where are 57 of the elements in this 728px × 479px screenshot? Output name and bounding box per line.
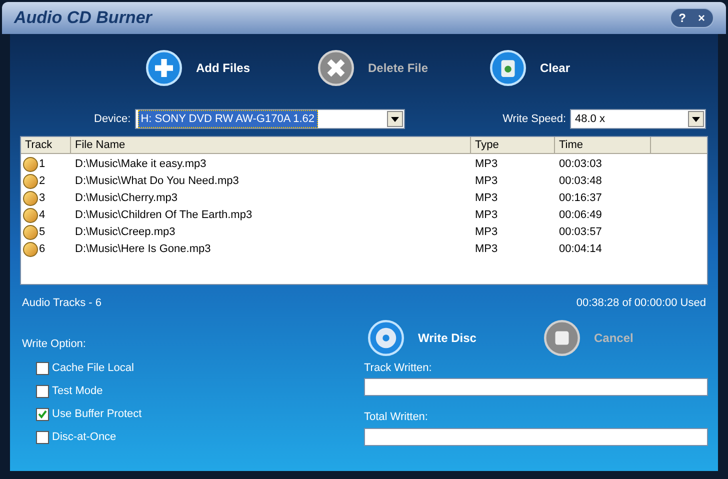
table-cell-text: 00:16:37 — [558, 191, 603, 206]
device-dropdown[interactable]: H: SONY DVD RW AW-G170A 1.62 — [134, 109, 405, 129]
table-cell-text: 00:03:57 — [558, 225, 603, 240]
close-button[interactable]: × — [698, 12, 705, 24]
plus-icon[interactable] — [146, 50, 182, 86]
column-header[interactable]: Time — [555, 137, 651, 153]
help-button[interactable]: ? — [678, 12, 686, 24]
table-cell-text: D:\Music\Here Is Gone.mp3 — [74, 242, 212, 258]
table-cell-text: D:\Music\Make it easy.mp3 — [74, 157, 208, 172]
clear-button[interactable]: Clear — [540, 59, 570, 77]
device-label: Device: — [94, 112, 131, 127]
column-header[interactable]: Track — [21, 137, 71, 153]
window-title: Audio CD Burner — [14, 7, 152, 30]
checkbox[interactable] — [36, 362, 49, 374]
checkbox[interactable] — [36, 408, 49, 420]
table-cell-text: D:\Music\Children Of The Earth.mp3 — [74, 208, 254, 224]
checkbox[interactable] — [36, 384, 49, 398]
stop-icon[interactable] — [544, 320, 580, 356]
table-cell-text: D:\Music\What Do You Need.mp3 — [74, 174, 240, 190]
table-cell-text: MP3 — [474, 225, 499, 240]
column-header[interactable]: Type — [471, 137, 555, 153]
caret-icon[interactable] — [386, 111, 403, 127]
table-cell-text: MP3 — [474, 208, 499, 224]
option-checkbox[interactable]: Test Mode — [36, 383, 364, 399]
write-option-label: Write Option: — [22, 336, 87, 352]
table-cell-text: 1 — [39, 157, 46, 172]
table-cell-text: 3 — [39, 191, 46, 206]
table-cell-text: 2 — [39, 174, 46, 190]
table-cell-text: 00:06:49 — [558, 208, 603, 224]
add-files-button[interactable]: Add Files — [196, 59, 250, 77]
table-cell-text: MP3 — [474, 157, 499, 172]
table-cell-text: D:\Music\Creep.mp3 — [74, 225, 176, 240]
dropdown-value: H: SONY DVD RW AW-G170A 1.62 — [138, 110, 318, 128]
track-count: Audio Tracks - 6 — [22, 296, 102, 311]
table-cell-text: D:\Music\Cherry.mp3 — [74, 191, 178, 206]
write-disc-button[interactable]: Write Disc — [418, 328, 476, 346]
table-cell-text: 00:04:14 — [558, 242, 603, 258]
table-cell-text: MP3 — [474, 174, 499, 190]
table-cell-text: 00:03:48 — [558, 174, 603, 190]
time-used: 00:38:28 of 00:00:00 Used — [576, 296, 706, 311]
checkbox[interactable] — [36, 430, 49, 444]
dropdown-value: 48.0 x — [574, 112, 606, 127]
write-speed-label: Write Speed: — [502, 112, 566, 127]
table-cell-text: 5 — [39, 225, 46, 240]
disc-icon[interactable] — [368, 320, 404, 356]
progress-label: Total Written: — [364, 410, 429, 425]
table-cell-text: MP3 — [474, 191, 499, 206]
table-cell-text: 4 — [39, 208, 46, 224]
table-cell-text: MP3 — [474, 242, 499, 258]
x-icon[interactable] — [318, 50, 354, 86]
column-header[interactable]: File Name — [71, 137, 471, 153]
progress-label: Track Written: — [364, 360, 433, 376]
caret-icon[interactable] — [688, 111, 704, 127]
table-cell-text: 00:03:03 — [558, 157, 603, 172]
table-cell-text: 6 — [39, 242, 46, 258]
option-checkbox[interactable]: Cache File Local — [36, 360, 364, 376]
write-speed-dropdown[interactable]: 48.0 x — [570, 109, 706, 129]
